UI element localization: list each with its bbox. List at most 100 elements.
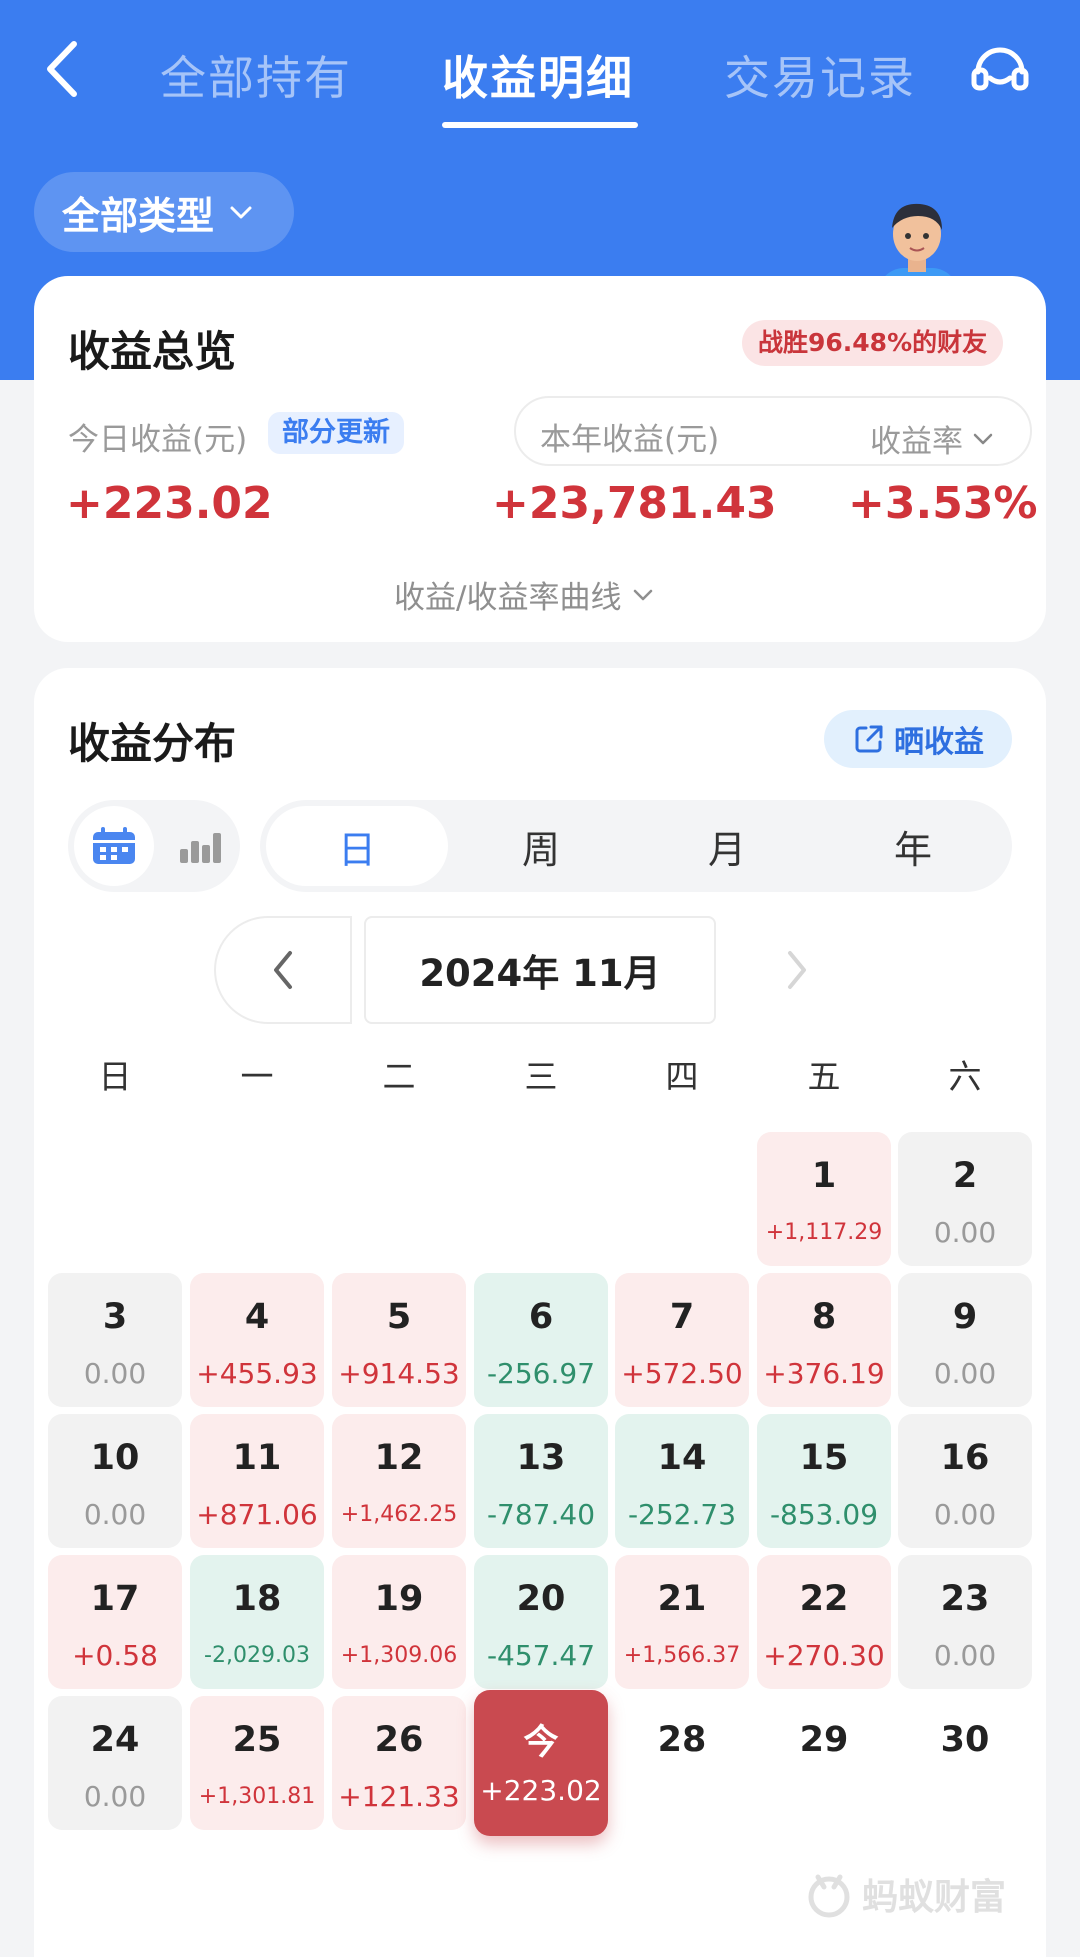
- tab-transactions[interactable]: 交易记录: [724, 42, 916, 108]
- calendar-day-number: 25: [232, 1720, 282, 1760]
- calendar-day-earnings: +1,117.29: [765, 1220, 883, 1245]
- calendar-day-earnings: +1,566.37: [623, 1643, 741, 1668]
- return-rate-value: +3.53%: [848, 478, 1038, 529]
- calendar-view-button[interactable]: [74, 806, 154, 886]
- calendar-day-earnings: 0.00: [83, 1780, 147, 1813]
- prev-month-button[interactable]: [214, 916, 352, 1024]
- year-earnings-value: +23,781.43: [492, 478, 777, 529]
- calendar-day-earnings: +1,462.25: [340, 1502, 458, 1527]
- calendar-day[interactable]: 26 +121.33: [332, 1696, 466, 1830]
- calendar-day[interactable]: 11 +871.06: [190, 1414, 324, 1548]
- period-tab-week[interactable]: 周: [450, 806, 632, 886]
- calendar-icon: [93, 827, 135, 864]
- chevron-down-icon: [634, 589, 653, 600]
- calendar-day[interactable]: 9 0.00: [898, 1273, 1032, 1407]
- calendar-day[interactable]: 15 -853.09: [757, 1414, 891, 1548]
- weekday-label: 二: [382, 1057, 416, 1096]
- calendar-day-number: 2: [952, 1156, 978, 1196]
- calendar-day[interactable]: 12 +1,462.25: [332, 1414, 466, 1548]
- share-icon: [855, 725, 883, 753]
- chevron-down-icon: [230, 206, 252, 219]
- calendar-day[interactable]: 8 +376.19: [757, 1273, 891, 1407]
- calendar-day[interactable]: 19 +1,309.06: [332, 1555, 466, 1689]
- calendar-day[interactable]: 16 0.00: [898, 1414, 1032, 1548]
- chart-view-button[interactable]: [160, 806, 240, 886]
- calendar-day-number: 12: [374, 1438, 424, 1478]
- curve-toggle-label: 收益/收益率曲线: [394, 580, 622, 616]
- calendar-day-earnings: 0.00: [933, 1357, 997, 1390]
- rate-label: 收益率: [870, 424, 963, 460]
- calendar-day-number: 14: [657, 1438, 707, 1478]
- chevron-down-icon: [973, 433, 993, 444]
- calendar-day[interactable]: 13 -787.40: [474, 1414, 608, 1548]
- calendar-day-number: 28: [657, 1720, 707, 1760]
- calendar-day-number: 8: [811, 1297, 837, 1337]
- calendar-day[interactable]: 23 0.00: [898, 1555, 1032, 1689]
- calendar-day[interactable]: 5 +914.53: [332, 1273, 466, 1407]
- calendar-day-earnings: +914.53: [338, 1357, 460, 1390]
- brand-watermark: 蚂蚁财富: [804, 1868, 1006, 1920]
- calendar-day: 30: [898, 1696, 1032, 1830]
- type-filter-dropdown[interactable]: 全部类型: [34, 172, 294, 252]
- calendar-day[interactable]: 6 -256.97: [474, 1273, 608, 1407]
- calendar-day-earnings: +1,301.81: [198, 1784, 316, 1809]
- calendar-day[interactable]: 20 -457.47: [474, 1555, 608, 1689]
- calendar-day[interactable]: 22 +270.30: [757, 1555, 891, 1689]
- calendar-day[interactable]: 17 +0.58: [48, 1555, 182, 1689]
- month-label[interactable]: 2024年 11月: [364, 916, 716, 1024]
- share-earnings-button[interactable]: 晒收益: [824, 710, 1012, 768]
- calendar-day-number: 10: [90, 1438, 140, 1478]
- calendar-day-number: 15: [799, 1438, 849, 1478]
- calendar-day-earnings: -457.47: [486, 1639, 596, 1672]
- chevron-left-icon[interactable]: [38, 36, 88, 102]
- calendar-day-number: 26: [374, 1720, 424, 1760]
- calendar-day-earnings: 0.00: [83, 1357, 147, 1390]
- weekday-label: 四: [665, 1057, 699, 1096]
- period-tab-day[interactable]: 日: [266, 806, 448, 886]
- calendar-day[interactable]: 25 +1,301.81: [190, 1696, 324, 1830]
- headset-icon[interactable]: [968, 38, 1032, 102]
- overview-title: 收益总览: [68, 327, 237, 376]
- calendar-day[interactable]: 24 0.00: [48, 1696, 182, 1830]
- today-earnings-label: 今日收益(元): [68, 422, 248, 458]
- weekday-label: 六: [948, 1057, 982, 1096]
- calendar-day[interactable]: 3 0.00: [48, 1273, 182, 1407]
- calendar-day[interactable]: 18 -2,029.03: [190, 1555, 324, 1689]
- ant-logo-icon: [808, 1874, 850, 1918]
- share-label: 晒收益: [894, 725, 984, 760]
- year-earnings-label: 本年收益(元): [540, 422, 720, 458]
- calendar-day[interactable]: 10 0.00: [48, 1414, 182, 1548]
- calendar-day-number: 5: [386, 1297, 412, 1337]
- calendar-day[interactable]: 2 0.00: [898, 1132, 1032, 1266]
- calendar-day-number: 20: [516, 1579, 566, 1619]
- calendar-day-earnings: +572.50: [621, 1357, 743, 1390]
- tab-holdings[interactable]: 全部持有: [160, 42, 352, 108]
- partial-update-badge: 部分更新: [268, 412, 404, 454]
- calendar-day[interactable]: 4 +455.93: [190, 1273, 324, 1407]
- period-tab-year[interactable]: 年: [822, 806, 1004, 886]
- calendar-day[interactable]: 7 +572.50: [615, 1273, 749, 1407]
- calendar-day-today[interactable]: 今 +223.02: [474, 1690, 608, 1836]
- next-month-button[interactable]: [728, 916, 866, 1024]
- period-tab-month[interactable]: 月: [636, 806, 818, 886]
- calendar-day-earnings: +455.93: [196, 1357, 318, 1390]
- distribution-title: 收益分布: [68, 719, 237, 768]
- top-nav: 全部持有 收益明细 交易记录: [0, 0, 1080, 140]
- rate-selector[interactable]: 收益率: [870, 416, 995, 461]
- calendar-day-earnings: +223.02: [480, 1774, 602, 1807]
- calendar-day-earnings: +376.19: [763, 1357, 885, 1390]
- calendar-day-number: 18: [232, 1579, 282, 1619]
- calendar-day[interactable]: 1 +1,117.29: [757, 1132, 891, 1266]
- tab-earnings-detail[interactable]: 收益明细: [442, 42, 634, 108]
- calendar-day-earnings: +121.33: [338, 1780, 460, 1813]
- calendar-day-number: 9: [952, 1297, 978, 1337]
- calendar-day-number: 6: [528, 1297, 554, 1337]
- calendar-day: 29: [757, 1696, 891, 1830]
- calendar-day[interactable]: 14 -252.73: [615, 1414, 749, 1548]
- calendar-day-number: 22: [799, 1579, 849, 1619]
- calendar-day[interactable]: 21 +1,566.37: [615, 1555, 749, 1689]
- calendar-day-number: 4: [244, 1297, 270, 1337]
- curve-toggle[interactable]: 收益/收益率曲线: [394, 572, 655, 617]
- calendar-day-earnings: 0.00: [933, 1639, 997, 1672]
- calendar-day: 28: [615, 1696, 749, 1830]
